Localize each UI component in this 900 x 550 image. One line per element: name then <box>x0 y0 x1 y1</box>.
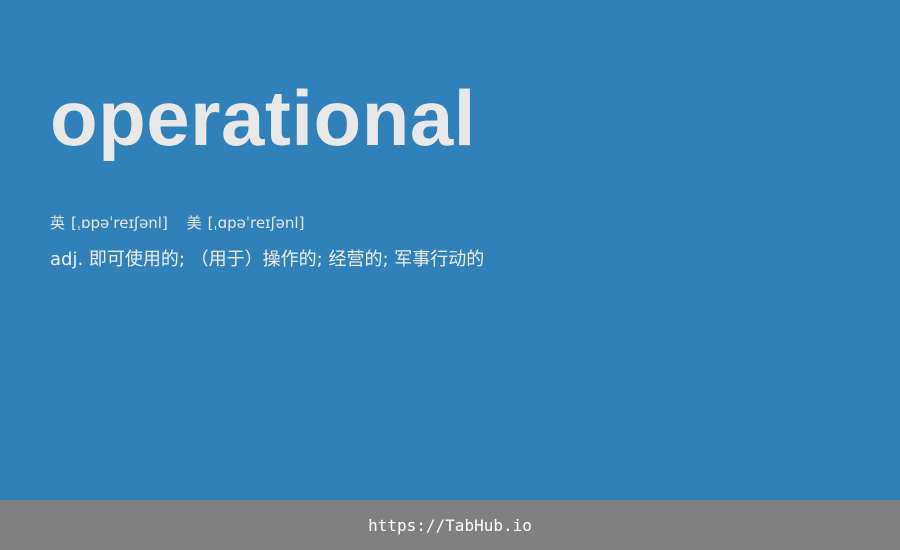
tabhub-link[interactable]: https://TabHub.io <box>368 516 532 535</box>
uk-pronunciation: 英 [ˌɒpəˈreɪʃənl] <box>50 214 173 232</box>
word-card: operational 英 [ˌɒpəˈreɪʃənl] 美 [ˌɑpəˈreɪʃə… <box>0 0 900 550</box>
definition: adj. 即可使用的; （用于）操作的; 经营的; 军事行动的 <box>50 249 485 270</box>
pronunciation-row: 英 [ˌɒpəˈreɪʃənl] 美 [ˌɑpəˈreɪʃənl] <box>50 212 318 234</box>
footer-bar: https://TabHub.io <box>0 500 900 550</box>
us-pronunciation: 美 [ˌɑpəˈreɪʃənl] <box>187 214 305 232</box>
uk-ipa: [ˌɒpəˈreɪʃənl] <box>71 214 168 232</box>
us-ipa: [ˌɑpəˈreɪʃənl] <box>207 214 305 232</box>
uk-label: 英 <box>50 214 66 232</box>
us-label: 美 <box>186 214 202 232</box>
headword: operational <box>50 74 476 162</box>
